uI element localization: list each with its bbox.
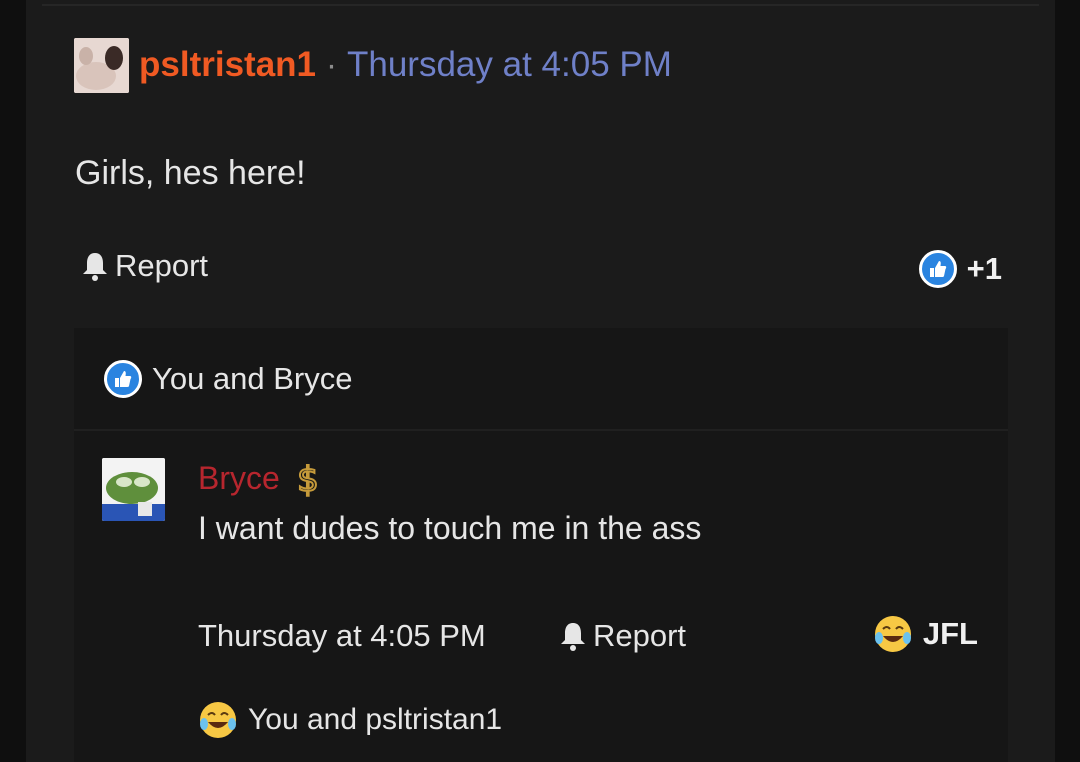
reaction-summary-button[interactable]: +1 xyxy=(918,250,1002,288)
reaction-button[interactable]: JFL xyxy=(873,614,978,654)
reply-text: I want dudes to touch me in the ass xyxy=(198,510,702,546)
top-divider xyxy=(42,4,1039,6)
reply-block: You and Bryce Bryce $ I want dudes to to… xyxy=(74,328,1008,762)
report-label: Report xyxy=(115,248,209,283)
post-author[interactable]: psltristan1 xyxy=(139,45,316,85)
reply-comment: Bryce $ I want dudes to touch me in the … xyxy=(102,458,1002,758)
avatar[interactable] xyxy=(74,37,129,93)
reply-divider xyxy=(74,429,1008,431)
laughing-crying-emoji-icon xyxy=(200,702,236,738)
thumbs-up-icon xyxy=(918,250,957,288)
reaction-label: JFL xyxy=(922,616,978,651)
reply-timestamp[interactable]: Thursday at 4:05 PM xyxy=(198,618,486,654)
thumbs-up-icon xyxy=(104,360,142,398)
dollar-icon: $ xyxy=(296,459,320,498)
avatar[interactable] xyxy=(102,458,165,521)
svg-text:$: $ xyxy=(297,460,319,498)
report-button[interactable]: Report xyxy=(558,618,686,654)
reactions-summary: You and Bryce xyxy=(152,361,353,396)
separator: · xyxy=(326,46,337,83)
reaction-count: +1 xyxy=(966,251,1002,286)
reply-meta: Thursday at 4:05 PM Report JFL xyxy=(198,616,978,658)
post-timestamp[interactable]: Thursday at 4:05 PM xyxy=(347,45,672,85)
report-label: Report xyxy=(593,618,687,653)
post-body: Girls, hes here! xyxy=(75,154,306,192)
reactions-summary: You and psltristan1 xyxy=(248,703,503,736)
laughing-crying-emoji-icon xyxy=(874,616,911,652)
post-reactions-list[interactable]: You and Bryce xyxy=(104,360,353,398)
bell-icon xyxy=(561,623,585,651)
reply-author-row: Bryce $ xyxy=(198,458,322,498)
reply-author[interactable]: Bryce xyxy=(198,460,280,497)
bell-icon xyxy=(83,253,107,281)
report-button[interactable]: Report xyxy=(80,248,208,284)
post-header: psltristan1 · Thursday at 4:05 PM xyxy=(74,36,672,94)
reply-reactions-list[interactable]: You and psltristan1 xyxy=(198,700,502,740)
